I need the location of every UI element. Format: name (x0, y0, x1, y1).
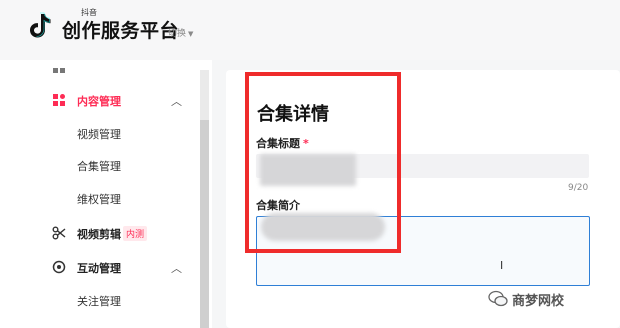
required-mark: * (303, 137, 309, 150)
content-grid-icon (53, 94, 65, 106)
desc-field-label: 合集简介 (256, 199, 300, 212)
title-field-label-text: 合集标题 (256, 137, 300, 150)
sidebar-item-label: 视频剪辑 (77, 228, 121, 241)
switch-label: 切换 (168, 29, 187, 39)
chevron-up-icon[interactable]: ︿ (171, 260, 182, 276)
page-title: 合集详情 (257, 104, 329, 125)
sidebar: 内容管理 ︿ 视频管理 合集管理 维权管理 视频剪辑 内测 互动管理 ︿ 关注管… (0, 60, 212, 328)
brand-title[interactable]: 创作服务平台 (62, 16, 179, 43)
scissors-icon (52, 226, 66, 240)
sidebar-item-label: 内容管理 (77, 95, 121, 108)
watermark-text: 商梦网校 (512, 294, 565, 309)
sidebar-subitem-follow-management[interactable]: 关注管理 (77, 293, 121, 309)
caret-down-icon: ▼ (188, 30, 194, 38)
scrollbar-thumb[interactable] (200, 120, 209, 328)
blurred-title-text (260, 154, 356, 186)
wechat-icon (488, 290, 508, 307)
sidebar-item-label: 互动管理 (77, 262, 121, 275)
sidebar-scrollbar[interactable] (200, 70, 209, 328)
switch-platform-dropdown[interactable]: 切换 ▼ (168, 26, 193, 39)
title-char-counter: 9/20 (568, 183, 589, 193)
top-header: 抖音 创作服务平台 切换 ▼ (0, 0, 620, 60)
collection-description-textarea[interactable] (256, 213, 590, 286)
sidebar-subitem-video-management[interactable]: 视频管理 (77, 126, 121, 142)
sidebar-subitem-rights-management[interactable]: 维权管理 (77, 191, 121, 207)
text-cursor-icon: I (500, 259, 504, 272)
title-field-label: 合集标题 * (256, 135, 309, 151)
sidebar-subitem-collection-management[interactable]: 合集管理 (77, 158, 121, 174)
partial-icon (53, 68, 65, 73)
collection-title-input[interactable] (256, 154, 589, 186)
douyin-logo-icon[interactable] (28, 12, 52, 40)
blurred-description-text (261, 213, 385, 241)
internal-test-badge: 内测 (123, 226, 148, 241)
chevron-up-icon[interactable]: ︿ (171, 93, 182, 109)
interaction-icon (52, 260, 66, 274)
